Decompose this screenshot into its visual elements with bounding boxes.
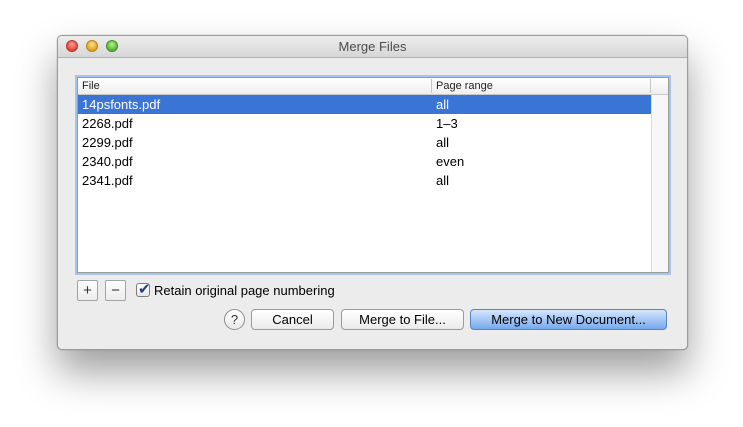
file-name-cell: 2340.pdf [82, 154, 133, 169]
merge-to-new-document-button[interactable]: Merge to New Document... [470, 309, 667, 330]
column-header-file[interactable]: File [82, 80, 100, 92]
cancel-button[interactable]: Cancel [251, 309, 334, 330]
page-range-cell[interactable]: all [436, 97, 449, 112]
file-name-cell: 14psfonts.pdf [82, 97, 161, 112]
file-name-cell: 2299.pdf [82, 135, 133, 150]
file-name-cell: 2268.pdf [82, 116, 133, 131]
merge-to-file-button[interactable]: Merge to File... [341, 309, 464, 330]
page-range-cell[interactable]: even [436, 154, 464, 169]
remove-file-button[interactable]: − [105, 280, 126, 301]
table-row[interactable]: 14psfonts.pdf all [78, 95, 651, 114]
page-range-cell[interactable]: all [436, 173, 449, 188]
files-table[interactable]: File Page range 14psfonts.pdf all 2268.p… [77, 77, 669, 273]
table-row[interactable]: 2268.pdf 1–3 [78, 114, 651, 133]
title-bar[interactable]: Merge Files [58, 36, 687, 58]
table-row[interactable]: 2341.pdf all [78, 171, 651, 190]
column-divider[interactable] [431, 79, 432, 93]
page-range-cell[interactable]: all [436, 135, 449, 150]
checkmark-icon: ✔ [138, 281, 151, 298]
window-title: Merge Files [338, 39, 407, 54]
column-header-page-range[interactable]: Page range [436, 80, 493, 92]
vertical-scrollbar[interactable] [651, 95, 668, 272]
add-file-button[interactable]: + [77, 280, 98, 301]
table-header: File Page range [78, 78, 668, 95]
help-button[interactable]: ? [224, 309, 245, 330]
table-row[interactable]: 2340.pdf even [78, 152, 651, 171]
retain-numbering-label[interactable]: Retain original page numbering [154, 283, 335, 298]
retain-numbering-checkbox[interactable]: ✔ [136, 281, 151, 298]
merge-files-dialog: Merge Files File Page range 14psfonts.pd… [57, 35, 688, 350]
table-row[interactable]: 2299.pdf all [78, 133, 651, 152]
page-range-cell[interactable]: 1–3 [436, 116, 458, 131]
file-name-cell: 2341.pdf [82, 173, 133, 188]
column-divider [650, 79, 651, 93]
